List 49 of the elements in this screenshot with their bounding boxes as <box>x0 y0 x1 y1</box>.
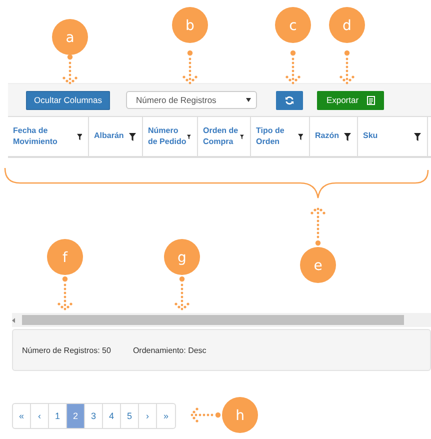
page-link[interactable]: » <box>157 404 175 428</box>
page-link[interactable]: « <box>13 404 31 428</box>
callout-badge: f <box>47 239 83 275</box>
caret-icon <box>246 98 251 102</box>
column-header[interactable]: Tipo de Orden <box>251 117 310 156</box>
filter-icon[interactable] <box>76 132 82 140</box>
filter-icon[interactable] <box>187 132 191 140</box>
filter-icon[interactable] <box>298 132 303 140</box>
file-icon <box>366 96 375 104</box>
hide-columns-button[interactable]: Ocultar Columnas <box>26 90 110 110</box>
callout-badge: h <box>222 397 258 433</box>
dotted-arrow <box>174 276 190 310</box>
page-link[interactable]: 5 <box>121 404 139 428</box>
page-link[interactable]: 3 <box>85 404 103 428</box>
callout-badge: e <box>300 247 336 283</box>
dotted-arrow <box>58 276 72 310</box>
column-header[interactable]: Sku <box>358 117 428 156</box>
dotted-arrow <box>182 50 198 84</box>
filter-icon[interactable] <box>344 132 351 140</box>
scroll-left-icon[interactable] <box>12 318 16 322</box>
dotted-arrow <box>286 50 300 84</box>
refresh-icon <box>285 96 294 104</box>
column-header[interactable]: Orden de Compra <box>198 117 251 156</box>
sort-order: Ordenamiento: Desc <box>132 346 206 354</box>
column-header[interactable]: Razón <box>310 117 358 156</box>
callout-badge: g <box>164 239 200 275</box>
page-link[interactable]: 2 <box>67 404 85 428</box>
dotted-arrow <box>340 50 354 84</box>
dotted-arrow <box>62 54 78 84</box>
callout-badge: a <box>52 19 88 55</box>
record-count: Número de Registros: 50 <box>22 346 111 354</box>
callout-badge: d <box>329 7 365 43</box>
records-dropdown[interactable]: Número de Registros <box>126 91 257 109</box>
page-link[interactable]: 4 <box>103 404 121 428</box>
page-link[interactable]: ‹ <box>31 404 49 428</box>
column-header[interactable]: Albarán <box>89 117 143 156</box>
callout-badge: c <box>275 7 311 43</box>
column-header[interactable]: Fecha de Movimiento <box>8 117 89 156</box>
dotted-arrow <box>310 208 326 246</box>
column-header[interactable]: Número de Pedido <box>143 117 198 156</box>
filter-icon[interactable] <box>129 132 136 140</box>
horizontal-scrollbar[interactable] <box>12 313 431 327</box>
filter-icon[interactable] <box>240 132 244 140</box>
dotted-arrow <box>190 408 221 422</box>
filter-icon[interactable] <box>414 132 421 140</box>
export-button[interactable]: Exportar <box>317 90 384 110</box>
refresh-button[interactable] <box>276 90 303 110</box>
callout-badge: b <box>172 7 208 43</box>
page-link[interactable]: › <box>139 404 157 428</box>
